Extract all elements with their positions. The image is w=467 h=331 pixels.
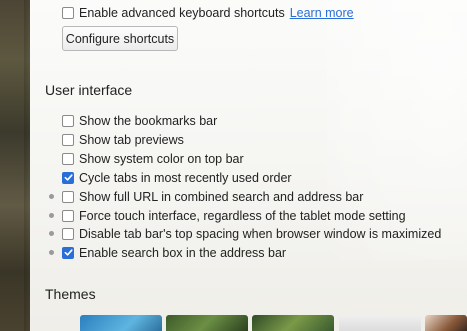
themes-heading: Themes <box>45 286 96 302</box>
checkbox-checked[interactable] <box>62 171 74 184</box>
theme-thumbnail-3[interactable] <box>252 315 334 331</box>
learn-more-link[interactable]: Learn more <box>290 6 354 20</box>
experimental-flag-dot <box>49 231 54 236</box>
checkbox-checked[interactable] <box>62 246 74 259</box>
theme-thumbnail-4[interactable] <box>339 315 421 331</box>
ui-option-label: Show full URL in combined search and add… <box>79 189 364 204</box>
ui-option-row[interactable]: Show full URL in combined search and add… <box>62 187 363 206</box>
ui-option-row[interactable]: Show the bookmarks bar <box>62 111 217 130</box>
wallpaper-edge <box>0 0 30 331</box>
checkbox[interactable] <box>62 114 74 127</box>
advanced-shortcuts-label: Enable advanced keyboard shortcuts <box>79 5 285 20</box>
user-interface-heading: User interface <box>45 82 133 98</box>
settings-panel: Enable advanced keyboard shortcuts Learn… <box>30 0 467 331</box>
ui-option-label: Enable search box in the address bar <box>79 245 287 260</box>
checkbox[interactable] <box>62 152 74 165</box>
ui-option-label: Show tab previews <box>79 132 184 147</box>
ui-option-row[interactable]: Cycle tabs in most recently used order <box>62 168 292 187</box>
ui-option-row[interactable]: Disable tab bar's top spacing when brows… <box>62 224 441 243</box>
checkbox[interactable] <box>62 190 74 203</box>
experimental-flag-dot <box>49 250 54 255</box>
advanced-shortcuts-checkbox[interactable] <box>62 6 74 19</box>
checkbox[interactable] <box>62 133 74 146</box>
theme-thumbnail-2[interactable] <box>166 315 248 331</box>
experimental-flag-dot <box>49 213 54 218</box>
theme-thumbnail-1[interactable] <box>80 315 162 331</box>
checkbox[interactable] <box>62 209 74 222</box>
theme-thumbnail-5[interactable] <box>425 315 467 331</box>
ui-option-label: Force touch interface, regardless of the… <box>79 208 406 223</box>
configure-shortcuts-button[interactable]: Configure shortcuts <box>62 26 178 51</box>
ui-option-label: Cycle tabs in most recently used order <box>79 170 292 185</box>
ui-option-label: Show system color on top bar <box>79 151 244 166</box>
ui-option-label: Disable tab bar's top spacing when brows… <box>79 226 442 241</box>
ui-option-row[interactable]: Show tab previews <box>62 130 184 149</box>
experimental-flag-dot <box>49 194 54 199</box>
ui-option-label: Show the bookmarks bar <box>79 113 218 128</box>
checkbox[interactable] <box>62 227 74 240</box>
ui-option-row[interactable]: Show system color on top bar <box>62 149 244 168</box>
ui-option-row[interactable]: Enable search box in the address bar <box>62 243 286 262</box>
advanced-shortcuts-option[interactable]: Enable advanced keyboard shortcuts Learn… <box>62 3 354 22</box>
ui-option-row[interactable]: Force touch interface, regardless of the… <box>62 206 406 225</box>
